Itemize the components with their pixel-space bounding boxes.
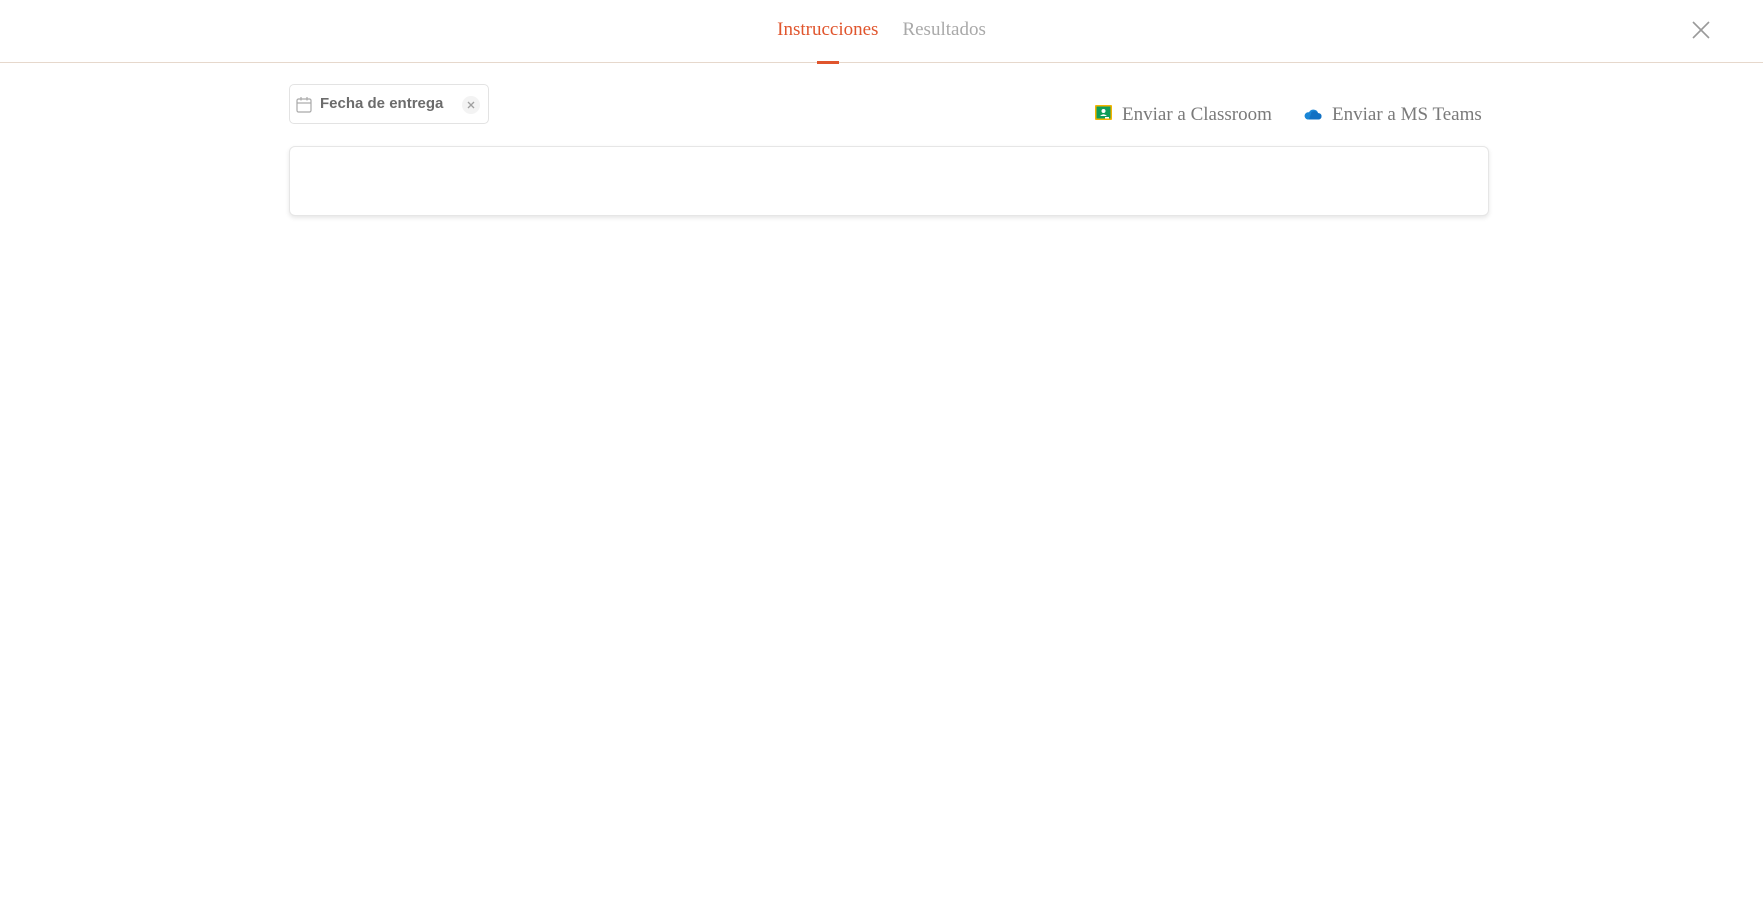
clear-date-button[interactable]	[462, 96, 480, 114]
close-icon[interactable]	[1690, 19, 1712, 41]
send-to-classroom-button[interactable]: Enviar a Classroom	[1095, 104, 1272, 126]
send-to-teams-button[interactable]: Enviar a MS Teams	[1303, 104, 1482, 126]
instructions-card[interactable]	[289, 146, 1489, 216]
send-to-classroom-label: Enviar a Classroom	[1122, 104, 1272, 125]
tab-bar: Instrucciones Resultados	[0, 0, 1763, 63]
toolbar: Fecha de entrega Enviar a Classroom Envi…	[289, 84, 1489, 126]
due-date-label: Fecha de entrega	[320, 95, 444, 112]
tab-instrucciones[interactable]: Instrucciones	[777, 0, 878, 63]
calendar-icon	[296, 96, 312, 113]
google-classroom-icon	[1095, 104, 1112, 126]
tab-resultados[interactable]: Resultados	[902, 0, 985, 63]
send-to-teams-label: Enviar a MS Teams	[1332, 104, 1482, 125]
onedrive-cloud-icon	[1303, 104, 1322, 126]
header: Instrucciones Resultados	[0, 0, 1763, 63]
due-date-picker[interactable]: Fecha de entrega	[289, 84, 489, 124]
clear-icon	[467, 101, 475, 109]
